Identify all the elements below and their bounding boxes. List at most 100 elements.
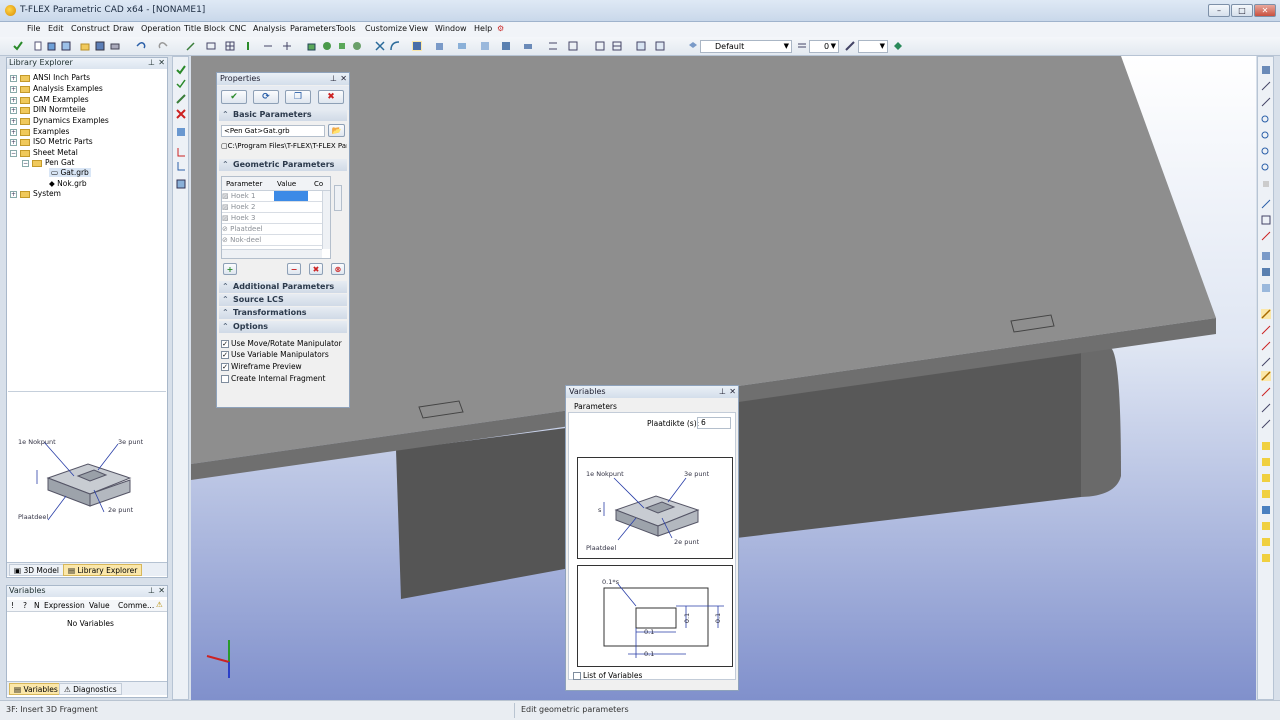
checkbox-checked-icon[interactable]: ✓ — [221, 351, 229, 359]
expand-icon[interactable]: + — [10, 117, 17, 125]
ok-icon[interactable] — [176, 65, 186, 75]
menu-view[interactable]: View — [409, 24, 428, 33]
grid-side-scroll[interactable] — [334, 185, 342, 211]
template-icon[interactable] — [61, 41, 71, 51]
grid-col-parameter[interactable]: Parameter — [226, 177, 262, 191]
edit-icon[interactable] — [176, 94, 186, 104]
rotate-view-icon[interactable] — [1261, 199, 1271, 209]
tree-item-gat-grb[interactable]: ▭ Gat.grb — [49, 168, 91, 177]
expand-icon[interactable]: + — [10, 74, 17, 82]
shade-icon[interactable] — [501, 41, 511, 51]
info-icon[interactable] — [655, 41, 665, 51]
level-combo[interactable]: 0 ▼ — [809, 40, 839, 53]
select-icon[interactable] — [176, 127, 186, 137]
select-filter-icon[interactable] — [1261, 309, 1271, 319]
tree-item-nok-grb[interactable]: ◆ Nok.grb — [49, 179, 87, 188]
remove-row-button[interactable]: − — [287, 263, 301, 275]
cancel-icon[interactable] — [176, 109, 186, 119]
pin-icon[interactable]: ⊥ — [148, 58, 155, 67]
dimension-icon[interactable] — [263, 41, 273, 51]
ok-button[interactable]: ✔ — [221, 90, 247, 104]
new-3d-icon[interactable] — [47, 41, 57, 51]
new-file-icon[interactable] — [33, 41, 43, 51]
measure-icon[interactable] — [548, 41, 558, 51]
body-yellow-1-icon[interactable] — [1261, 441, 1271, 451]
zoom-all-icon[interactable] — [1261, 147, 1271, 157]
section-icon[interactable] — [480, 41, 490, 51]
clear-all-button[interactable]: ⊗ — [331, 263, 345, 275]
layers-icon[interactable] — [568, 41, 578, 51]
loft-icon[interactable] — [337, 41, 347, 51]
grid-value-selected[interactable] — [274, 191, 308, 201]
tab-variables[interactable]: ▤ Variables — [9, 683, 63, 695]
tree-item-din[interactable]: + DIN Normteile — [10, 105, 86, 114]
rectangle-icon[interactable] — [206, 41, 216, 51]
check-icon[interactable] — [13, 41, 23, 51]
warning-icon[interactable]: ⚠ — [156, 600, 163, 609]
rotate-icon[interactable] — [322, 41, 332, 51]
expand-icon[interactable]: + — [10, 106, 17, 114]
grid-col-co[interactable]: Co — [314, 177, 323, 191]
body-yellow-3-icon[interactable] — [1261, 473, 1271, 483]
zoom-window-icon[interactable] — [595, 41, 605, 51]
close-icon[interactable]: ✕ — [729, 386, 736, 397]
maximize-button[interactable]: □ — [1231, 4, 1253, 17]
expand-icon[interactable]: + — [10, 190, 17, 198]
col-value[interactable]: Value — [89, 601, 110, 610]
tree-item-sheet-metal[interactable]: − Sheet Metal — [10, 148, 78, 157]
grid-hscrollbar[interactable] — [222, 249, 322, 258]
close-icon[interactable]: ✕ — [340, 73, 347, 84]
option-variable-manipulators-checkbox[interactable]: ✓ Use Variable Manipulators — [221, 350, 329, 359]
menu-help[interactable]: Help — [474, 24, 492, 33]
tab-diagnostics[interactable]: ⚠ Diagnostics — [59, 683, 122, 695]
zoom-out-icon[interactable] — [1261, 131, 1271, 141]
save-icon[interactable] — [95, 41, 105, 51]
body-yellow-7-icon[interactable] — [1261, 553, 1271, 563]
priority-combo[interactable]: ▼ — [858, 40, 888, 53]
col-expression[interactable]: Expression — [44, 601, 85, 610]
menu-analysis[interactable]: Analysis — [253, 24, 286, 33]
section-transformations[interactable]: Transformations — [219, 307, 347, 319]
node-icon[interactable] — [243, 41, 253, 51]
shaded-edges-icon[interactable] — [1261, 267, 1271, 277]
section-basic-parameters[interactable]: Basic Parameters — [219, 109, 347, 121]
body-blue-1-icon[interactable] — [1261, 505, 1271, 515]
view-icon[interactable] — [457, 41, 467, 51]
apply-icon[interactable] — [176, 79, 186, 89]
view-iso-icon[interactable] — [1261, 97, 1271, 107]
body-yellow-6-icon[interactable] — [1261, 537, 1271, 547]
table-icon[interactable] — [612, 41, 622, 51]
lcs-icon[interactable] — [176, 147, 186, 157]
tree-item-cam[interactable]: + CAM Examples — [10, 95, 89, 104]
print-icon[interactable] — [110, 41, 120, 51]
close-icon[interactable]: ✕ — [158, 58, 165, 67]
col-exclaim[interactable]: ! — [11, 601, 14, 610]
menu-parameters[interactable]: Parameters — [290, 24, 336, 33]
view-top-icon[interactable] — [1261, 81, 1271, 91]
perspective-icon[interactable] — [1261, 283, 1271, 293]
select-vertex-icon[interactable] — [1261, 371, 1271, 381]
grid-row[interactable]: ▨ Hoek 3 — [222, 213, 328, 224]
fillet-icon[interactable] — [390, 41, 400, 51]
col-n[interactable]: N — [34, 601, 40, 610]
expand-icon[interactable]: + — [10, 128, 17, 136]
checkbox-checked-icon[interactable]: ✓ — [221, 363, 229, 371]
checkbox-unchecked-icon[interactable] — [573, 672, 581, 680]
menu-cnc[interactable]: CNC — [229, 24, 246, 33]
menu-window[interactable]: Window — [435, 24, 467, 33]
zoom-window-icon[interactable] — [1261, 163, 1271, 173]
section-source-lcs[interactable]: Source LCS — [219, 294, 347, 306]
col-comment[interactable]: Comme... — [118, 601, 154, 610]
grid-row[interactable]: ⊘ Plaatdeel — [222, 224, 328, 235]
variables-icon[interactable] — [636, 41, 646, 51]
option-wireframe-checkbox[interactable]: ✓ Wireframe Preview — [221, 362, 302, 371]
expand-icon[interactable]: + — [10, 96, 17, 104]
tree-item-pen-gat[interactable]: − Pen Gat — [22, 158, 74, 167]
menu-edit[interactable]: Edit — [48, 24, 64, 33]
priority-icon[interactable] — [845, 41, 855, 51]
tree-item-system[interactable]: + System — [10, 189, 61, 198]
cancel-button[interactable]: ✖ — [318, 90, 344, 104]
minimize-button[interactable]: – — [1208, 4, 1230, 17]
help-extra-icon[interactable]: ⚙ — [497, 24, 504, 33]
plaatdikte-input[interactable]: 6 — [697, 417, 731, 429]
